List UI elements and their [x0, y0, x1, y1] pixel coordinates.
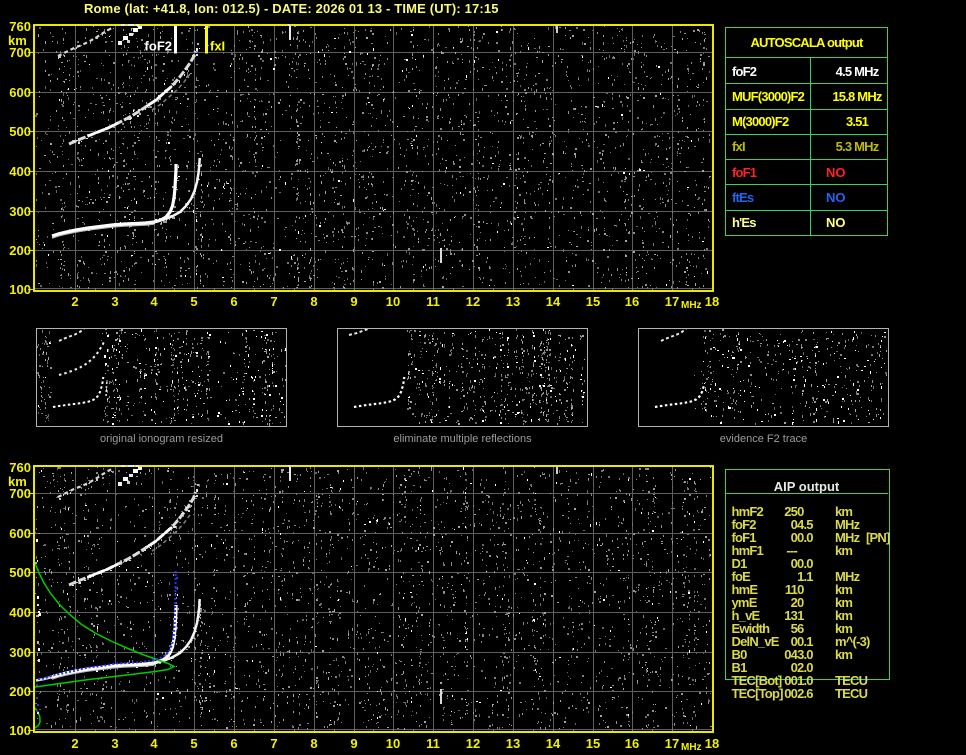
svg-text:fxI: fxI [210, 39, 225, 54]
svg-text:foF2: foF2 [145, 39, 172, 54]
